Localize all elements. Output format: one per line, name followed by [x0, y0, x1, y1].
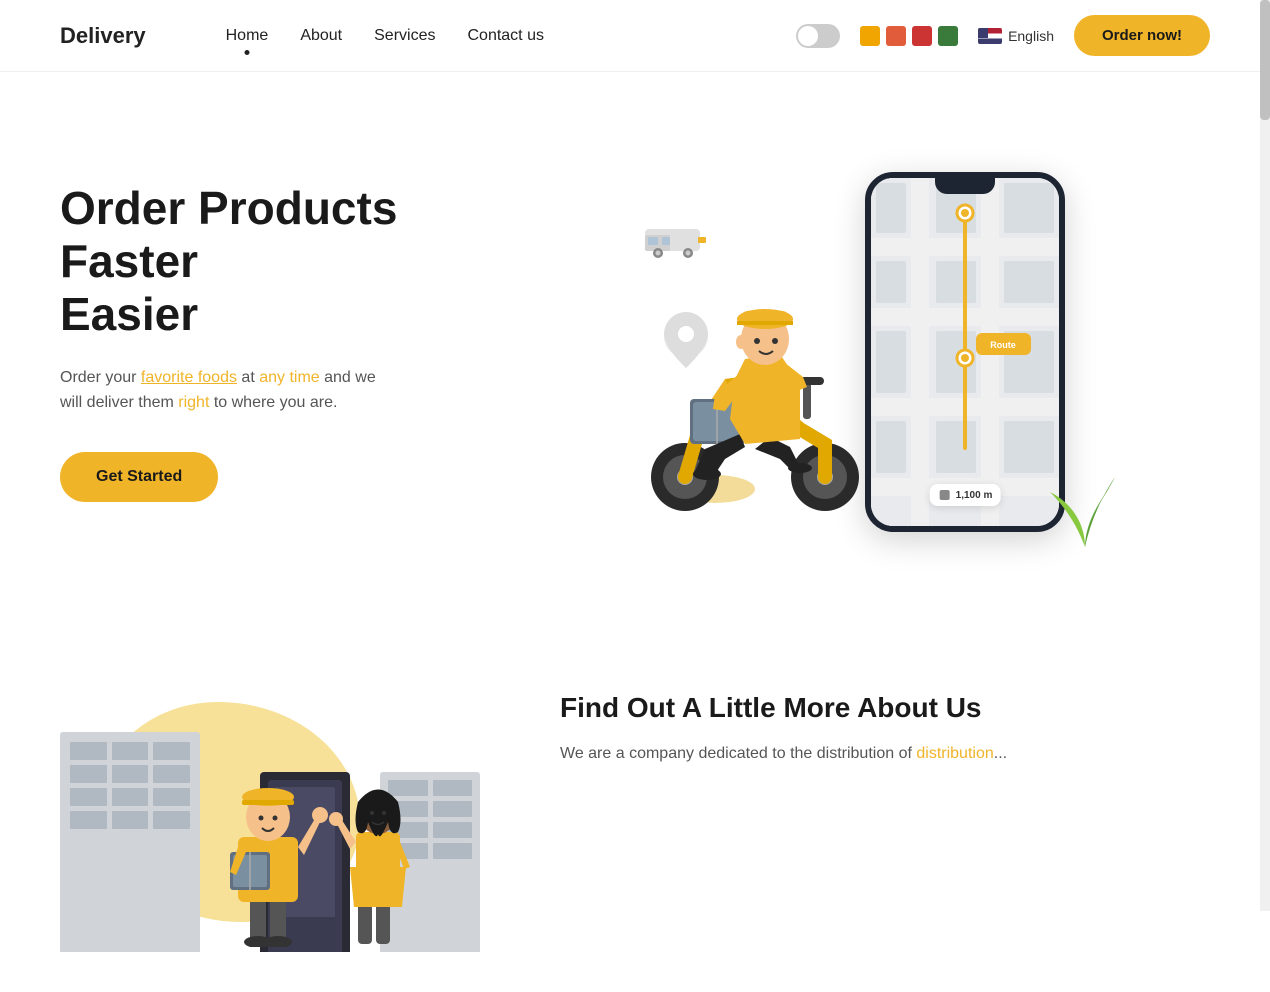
- get-started-button[interactable]: Get Started: [60, 452, 218, 502]
- about-section: Find Out A Little More About Us We are a…: [0, 632, 1270, 992]
- nav-right: English Order now!: [796, 15, 1210, 56]
- swatch-yellow[interactable]: [860, 26, 880, 46]
- scrollbar[interactable]: [1260, 0, 1270, 911]
- nav-links: Home About Services Contact us: [226, 27, 796, 45]
- about-right: Find Out A Little More About Us We are a…: [500, 672, 1210, 767]
- swatch-green[interactable]: [938, 26, 958, 46]
- hero-illustration: Route 1,100 m: [585, 152, 1085, 552]
- hero-subtitle: Order your favorite foods at any time an…: [60, 365, 400, 416]
- distance-badge: 1,100 m: [930, 484, 1001, 506]
- delivery-person-about: [208, 727, 328, 952]
- nav-link-contact[interactable]: Contact us: [467, 27, 543, 45]
- language-selector[interactable]: English: [978, 28, 1054, 44]
- woman-at-door: [328, 747, 428, 952]
- color-swatches: [860, 26, 958, 46]
- nav-link-home[interactable]: Home: [226, 27, 269, 45]
- nav-link-about[interactable]: About: [300, 27, 342, 45]
- about-illustration: [60, 672, 500, 952]
- lang-label: English: [1008, 28, 1054, 44]
- swatch-red[interactable]: [912, 26, 932, 46]
- flag-icon: [978, 28, 1002, 44]
- order-now-button[interactable]: Order now!: [1074, 15, 1210, 56]
- hero-right: Route 1,100 m: [460, 132, 1210, 552]
- navbar: Delivery Home About Services Contact us …: [0, 0, 1270, 72]
- hero-left: Order Products Faster Easier Order your …: [60, 182, 460, 502]
- svg-text:Route: Route: [990, 340, 1016, 350]
- nav-link-services[interactable]: Services: [374, 27, 435, 45]
- about-title: Find Out A Little More About Us: [560, 692, 1210, 724]
- distance-value: 1,100 m: [956, 490, 993, 501]
- building-left: [60, 732, 200, 952]
- swatch-orange[interactable]: [886, 26, 906, 46]
- hero-section: Order Products Faster Easier Order your …: [0, 72, 1270, 632]
- phone-notch: [935, 178, 995, 194]
- scooter-rider: [625, 199, 935, 524]
- nav-logo[interactable]: Delivery: [60, 23, 146, 49]
- hero-title: Order Products Faster Easier: [60, 182, 460, 341]
- hero-title-line1: Order Products Faster: [60, 182, 397, 287]
- plant-decoration: [1035, 447, 1115, 552]
- about-text: We are a company dedicated to the distri…: [560, 740, 1210, 767]
- theme-toggle[interactable]: [796, 24, 840, 48]
- scrollbar-thumb[interactable]: [1260, 0, 1270, 120]
- hero-title-line2: Easier: [60, 288, 198, 340]
